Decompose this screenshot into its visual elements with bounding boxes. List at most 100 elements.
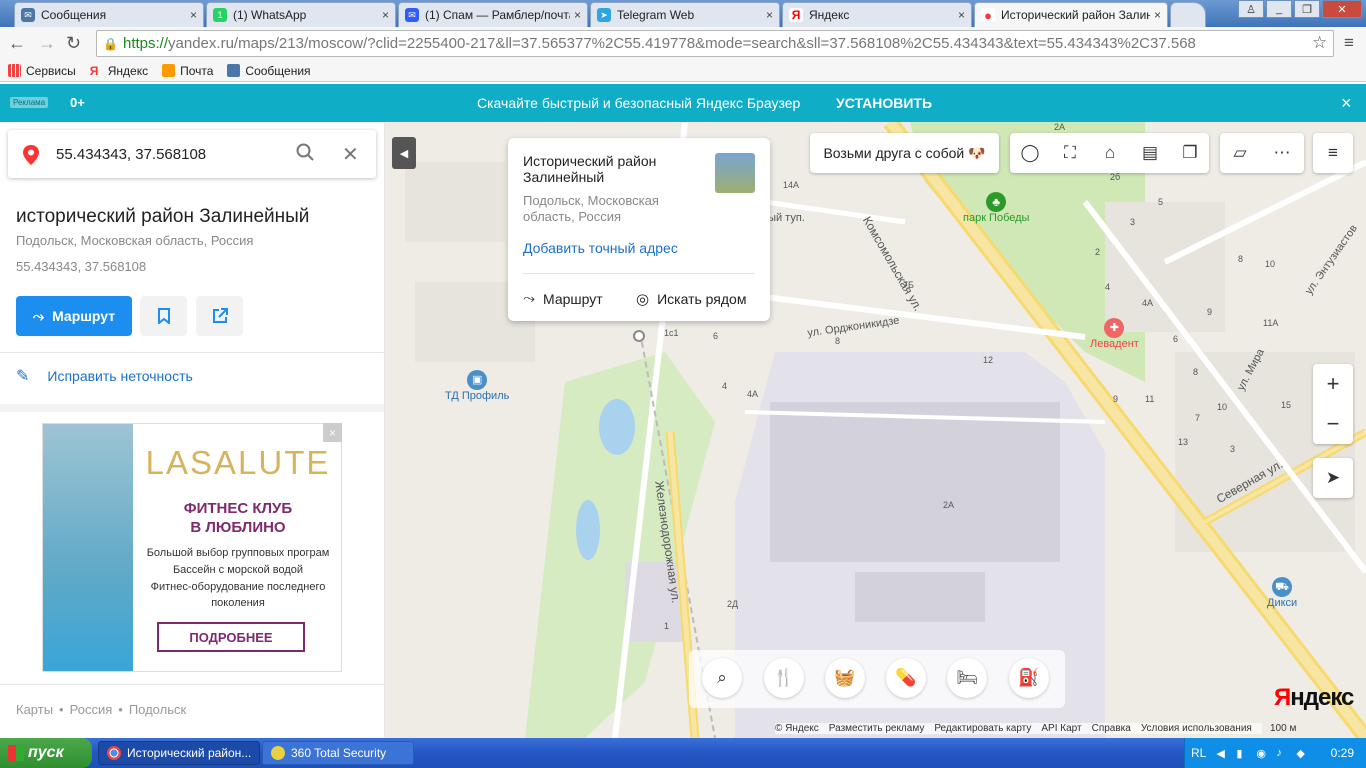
- terms-link[interactable]: Условия использования: [1141, 723, 1252, 734]
- popup-route-button[interactable]: ⤳ Маршрут: [523, 290, 603, 307]
- category-search-icon[interactable]: ⌕: [702, 658, 742, 698]
- clear-icon[interactable]: ✕: [342, 142, 362, 167]
- geolocation-button[interactable]: ➤: [1313, 458, 1353, 498]
- fix-inaccuracy-link[interactable]: ✎ Исправить неточность: [16, 366, 193, 386]
- invite-friend-button[interactable]: Возьми друга с собой 🐶: [810, 133, 999, 173]
- close-icon[interactable]: ×: [766, 8, 773, 22]
- task-chrome[interactable]: Исторический район...: [98, 741, 260, 765]
- install-button[interactable]: УСТАНОВИТЬ: [836, 95, 932, 111]
- back-arrow-icon[interactable]: ◀: [1216, 747, 1230, 760]
- help-link[interactable]: Справка: [1092, 723, 1131, 734]
- share-button[interactable]: [196, 296, 243, 336]
- add-address-link[interactable]: Добавить точный адрес: [523, 240, 678, 256]
- signal-icon[interactable]: ▮: [1236, 747, 1250, 760]
- category-pharmacy-icon[interactable]: 💊: [886, 658, 926, 698]
- back-icon[interactable]: ←: [8, 33, 26, 54]
- security-tray-icon[interactable]: ◆: [1296, 747, 1310, 760]
- house-number: 13: [1178, 437, 1189, 447]
- pencil-icon: ✎: [16, 368, 30, 385]
- mail-icon: ✉: [405, 8, 419, 22]
- house-number: 15: [1281, 400, 1292, 410]
- bookmark-star-icon[interactable]: ☆: [1312, 33, 1327, 53]
- breadcrumb-podolsk[interactable]: Подольск: [129, 702, 186, 717]
- volume-icon[interactable]: ♪: [1276, 747, 1290, 759]
- breadcrumb-russia[interactable]: Россия: [70, 702, 113, 717]
- poi-diksi[interactable]: ⛟ Дикси: [1267, 577, 1297, 609]
- close-icon[interactable]: ×: [574, 8, 581, 22]
- main-menu-button[interactable]: ≡: [1313, 133, 1353, 173]
- panorama-icon[interactable]: ⛶: [1058, 142, 1082, 164]
- place-photo[interactable]: [715, 153, 755, 193]
- camera-icon[interactable]: ⌂: [1098, 142, 1122, 164]
- search-nearby-button[interactable]: ◎ Искать рядом: [636, 290, 746, 308]
- map-copyright: © Яндекс Разместить рекламу Редактироват…: [775, 723, 1262, 734]
- close-icon[interactable]: ×: [1341, 93, 1352, 114]
- bookmark-yandex[interactable]: Я Яндекс: [90, 64, 148, 79]
- menu-icon[interactable]: ≡: [1344, 33, 1354, 53]
- layers-icon[interactable]: ❐: [1178, 142, 1202, 164]
- bookmark-services[interactable]: Сервисы: [8, 64, 76, 78]
- network-icon[interactable]: ◉: [1256, 747, 1270, 760]
- close-icon[interactable]: ×: [382, 8, 389, 22]
- tree-icon: ♣: [986, 192, 1007, 212]
- category-hotel-icon[interactable]: 🛏: [947, 658, 987, 698]
- search-input[interactable]: 55.434343, 37.568108: [56, 146, 296, 163]
- poi-td-profil[interactable]: ▣ ТД Профиль: [445, 370, 509, 402]
- advertise-link[interactable]: Разместить рекламу: [829, 723, 925, 734]
- category-food-icon[interactable]: 🍴: [764, 658, 804, 698]
- house-number: 6: [713, 331, 719, 341]
- window-close-icon[interactable]: ✕: [1322, 0, 1362, 18]
- tab-telegram[interactable]: ➤ Telegram Web ×: [590, 2, 780, 27]
- bus-icon[interactable]: ▤: [1138, 142, 1162, 164]
- close-icon[interactable]: ×: [1154, 8, 1161, 22]
- address-bar[interactable]: 🔒 https:// yandex.ru/maps/213/moscow/?cl…: [96, 30, 1334, 57]
- user-icon[interactable]: ♙: [1238, 0, 1264, 18]
- edit-map-link[interactable]: Редактировать карту: [934, 723, 1031, 734]
- restore-icon[interactable]: ❐: [1294, 0, 1320, 18]
- forward-icon[interactable]: →: [38, 33, 56, 54]
- new-tab-button[interactable]: [1170, 2, 1206, 27]
- ad-message: Скачайте быстрый и безопасный Яндекс Бра…: [477, 95, 801, 111]
- ruler-icon[interactable]: ▱: [1228, 142, 1252, 164]
- ad-more-button[interactable]: ПОДРОБНЕЕ: [157, 622, 305, 652]
- more-icon[interactable]: ⋯: [1270, 142, 1294, 164]
- route-button[interactable]: ⤳ Маршрут: [16, 296, 132, 336]
- tab-messages[interactable]: ✉ Сообщения ×: [14, 2, 204, 27]
- tab-yandex-maps[interactable]: ● Исторический район Залин ×: [974, 2, 1168, 27]
- tab-rambler-mail[interactable]: ✉ (1) Спам — Рамблер/почта ×: [398, 2, 588, 27]
- fitness-ad[interactable]: LASALUTE ФИТНЕС КЛУБ В ЛЮБЛИНО Большой в…: [42, 423, 342, 672]
- house-number: 2б: [1110, 172, 1121, 182]
- bookmark-button[interactable]: [140, 296, 187, 336]
- language-indicator[interactable]: RL: [1191, 746, 1206, 760]
- collapse-sidebar-button[interactable]: ◀: [392, 137, 416, 169]
- bookmark-mail[interactable]: Почта: [162, 64, 213, 78]
- ad-image: [43, 424, 133, 671]
- search-icon[interactable]: [296, 143, 316, 166]
- building: [855, 572, 985, 622]
- place-subtitle: Подольск, Московская область, Россия: [16, 233, 254, 248]
- zoom-out-icon[interactable]: −: [1313, 404, 1353, 444]
- whatsapp-icon: 1: [213, 8, 227, 22]
- ad-close-icon[interactable]: ×: [323, 423, 342, 442]
- traffic-icon[interactable]: ◯: [1018, 142, 1042, 164]
- house-number: 7Б: [903, 280, 914, 290]
- message-icon: [227, 64, 241, 77]
- tab-yandex[interactable]: Я Яндекс ×: [782, 2, 972, 27]
- poi-park[interactable]: ♣ парк Победы: [963, 192, 1029, 224]
- tab-whatsapp[interactable]: 1 (1) WhatsApp ×: [206, 2, 396, 27]
- reload-icon[interactable]: ↻: [66, 33, 81, 54]
- close-icon[interactable]: ×: [190, 8, 197, 22]
- close-icon[interactable]: ×: [958, 8, 965, 22]
- task-360[interactable]: 360 Total Security: [262, 741, 414, 765]
- start-label: пуск: [28, 744, 64, 761]
- start-button[interactable]: пуск: [0, 738, 92, 768]
- map-pin-icon: ●: [981, 8, 995, 23]
- poi-levadent[interactable]: ✚ Левадент: [1090, 318, 1139, 350]
- api-link[interactable]: API Карт: [1041, 723, 1081, 734]
- bookmark-messages[interactable]: Сообщения: [227, 64, 311, 78]
- zoom-in-icon[interactable]: +: [1313, 364, 1353, 404]
- breadcrumb-maps[interactable]: Карты: [16, 702, 53, 717]
- category-shop-icon[interactable]: 🧺: [825, 658, 865, 698]
- minimize-icon[interactable]: _: [1266, 0, 1292, 18]
- category-fuel-icon[interactable]: ⛽: [1009, 658, 1049, 698]
